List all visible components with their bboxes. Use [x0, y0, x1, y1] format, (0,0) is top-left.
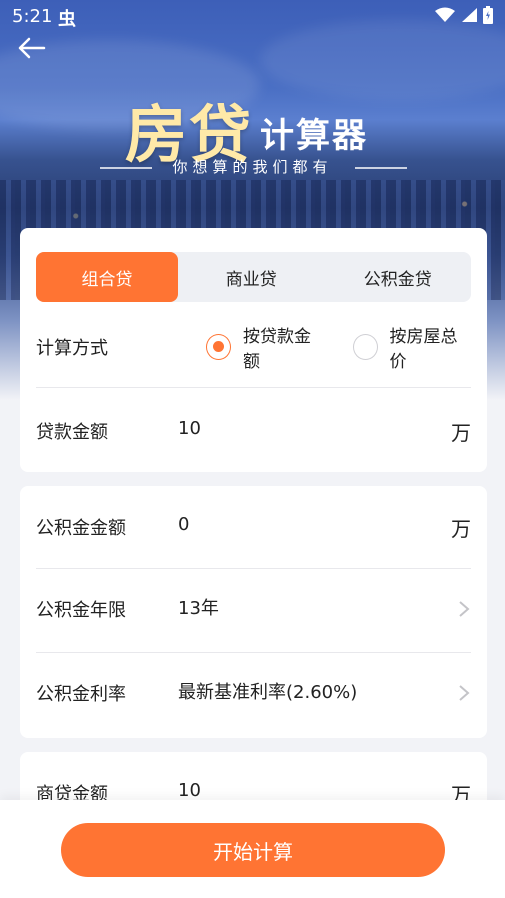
- start-calculate-button[interactable]: 开始计算: [61, 823, 445, 877]
- bottom-action-bar: 开始计算: [0, 800, 505, 898]
- app-notification-icon: 虫: [58, 9, 76, 30]
- title-suffix: 计算器: [260, 116, 368, 156]
- battery-icon: [483, 6, 493, 24]
- calc-method-label: 计算方式: [36, 338, 108, 359]
- calc-method-row: 计算方式 按贷款金额 按房屋总价: [36, 327, 471, 372]
- status-bar: 5:21 虫: [0, 0, 505, 34]
- fund-amount-unit: 万: [451, 516, 471, 541]
- radio-label: 按房屋总价: [389, 327, 458, 372]
- tab-commercial-loan[interactable]: 商业贷: [178, 252, 325, 302]
- radio-by-loan-amount[interactable]: 按贷款金额: [206, 322, 325, 372]
- radio-by-house-price[interactable]: 按房屋总价: [352, 322, 472, 372]
- loan-amount-label: 贷款金额: [36, 422, 108, 443]
- tab-fund-loan[interactable]: 公积金贷: [325, 252, 472, 302]
- fund-years-row[interactable]: 公积金年限 13年: [36, 592, 471, 626]
- fund-amount-input[interactable]: 0: [178, 514, 451, 535]
- fund-loan-card: 公积金金额 0 万 公积金年限 13年 公积金利率 最新基准利率(2.60%): [20, 486, 487, 738]
- divider: [36, 652, 471, 653]
- loan-type-card: 组合贷 商业贷 公积金贷 计算方式 按贷款金额 按房屋总价 贷款金额 10 万: [20, 228, 487, 472]
- radio-label: 按贷款金额: [243, 327, 312, 372]
- fund-years-value[interactable]: 13年: [178, 594, 457, 620]
- loan-amount-row: 贷款金额 10 万: [36, 414, 471, 448]
- chevron-right-icon: [459, 601, 470, 617]
- radio-checked-icon: [206, 334, 232, 360]
- status-icons: [435, 6, 493, 24]
- loan-amount-input[interactable]: 10: [178, 418, 451, 439]
- chevron-right-icon: [459, 685, 470, 701]
- subtitle-divider-right: [355, 167, 407, 169]
- fund-amount-row: 公积金金额 0 万: [36, 510, 471, 544]
- signal-icon: [462, 8, 477, 22]
- calc-method-radio-group: 按贷款金额 按房屋总价: [178, 322, 471, 372]
- status-time: 5:21: [12, 6, 53, 27]
- page-subtitle: 你想算的我们都有: [172, 158, 333, 176]
- fund-years-label: 公积金年限: [36, 600, 126, 621]
- fund-rate-row[interactable]: 公积金利率 最新基准利率(2.60%): [36, 676, 471, 710]
- divider: [36, 387, 471, 388]
- radio-unchecked-icon: [352, 334, 378, 360]
- back-button[interactable]: [16, 36, 52, 64]
- loan-type-tabs: 组合贷 商业贷 公积金贷: [36, 252, 471, 302]
- divider: [36, 568, 471, 569]
- back-arrow-icon: [18, 37, 46, 59]
- tab-combined-loan[interactable]: 组合贷: [36, 252, 178, 302]
- fund-rate-value[interactable]: 最新基准利率(2.60%): [178, 678, 457, 704]
- loan-amount-unit: 万: [451, 420, 471, 445]
- wifi-icon: [435, 7, 455, 22]
- commercial-amount-input[interactable]: 10: [178, 780, 451, 801]
- fund-rate-label: 公积金利率: [36, 684, 126, 705]
- fund-amount-label: 公积金金额: [36, 518, 126, 539]
